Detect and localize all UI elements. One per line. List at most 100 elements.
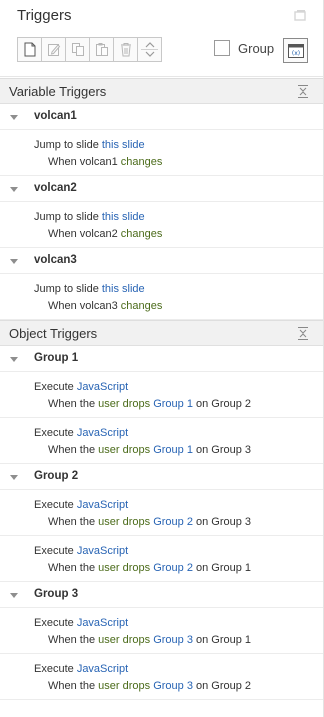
trigger-action-link[interactable]: JavaScript	[77, 545, 128, 557]
trigger-condition: When volcan1	[48, 156, 118, 168]
trigger-action-link[interactable]: JavaScript	[77, 381, 128, 393]
trigger-condition: When the	[48, 562, 96, 574]
trigger-action: Execute	[34, 545, 74, 557]
copy-trigger-button[interactable]	[65, 37, 90, 62]
trigger-object-link[interactable]: Group 2	[153, 562, 193, 574]
group-name: Group 2	[34, 470, 79, 482]
trigger-condition: When the	[48, 680, 96, 692]
trigger-drop-target: on Group 2	[196, 398, 252, 410]
new-trigger-button[interactable]	[17, 37, 42, 62]
trigger-action: Execute	[34, 427, 74, 439]
group-label: Group	[238, 40, 275, 56]
group-checkbox[interactable]	[214, 40, 230, 56]
trigger-toolbar	[17, 37, 162, 64]
trigger-item[interactable]: Jump to slide this slide When volcan2 ch…	[0, 202, 323, 248]
trigger-action-link[interactable]: JavaScript	[77, 663, 128, 675]
trigger-action-link[interactable]: this slide	[102, 283, 145, 295]
group-row[interactable]: volcan3	[0, 248, 323, 274]
triggers-panel: Triggers Group (x) Variable Triggers vol…	[0, 0, 324, 717]
paste-trigger-button[interactable]	[89, 37, 114, 62]
group-name: volcan3	[34, 254, 77, 266]
new-document-icon	[24, 42, 35, 57]
paste-icon	[95, 43, 108, 56]
trigger-drop-target: on Group 1	[196, 634, 252, 646]
group-row[interactable]: Group 1	[0, 346, 323, 372]
trigger-event-link[interactable]: changes	[121, 156, 163, 168]
restore-panel-icon[interactable]	[294, 9, 306, 21]
edit-icon	[47, 44, 60, 56]
trigger-event-link[interactable]: user drops	[98, 562, 150, 574]
trigger-event-link[interactable]: changes	[121, 300, 163, 312]
group-row[interactable]: Group 3	[0, 582, 323, 608]
expand-caret-icon[interactable]	[10, 357, 18, 362]
trigger-event-link[interactable]: user drops	[98, 516, 150, 528]
svg-text:(x): (x)	[291, 50, 299, 57]
trigger-object-link[interactable]: Group 1	[153, 444, 193, 456]
group-name: volcan1	[34, 110, 77, 122]
trigger-object-link[interactable]: Group 2	[153, 516, 193, 528]
trigger-action-link[interactable]: this slide	[102, 139, 145, 151]
expand-caret-icon[interactable]	[10, 259, 18, 264]
trigger-event-link[interactable]: user drops	[98, 444, 150, 456]
group-toggle[interactable]: Group	[214, 40, 274, 56]
trigger-item[interactable]: Execute JavaScript When the user drops G…	[0, 654, 323, 700]
expand-caret-icon[interactable]	[10, 187, 18, 192]
trigger-item[interactable]: Jump to slide this slide When volcan1 ch…	[0, 130, 323, 176]
section-title: Variable Triggers	[9, 84, 107, 99]
expand-caret-icon[interactable]	[10, 475, 18, 480]
variable-triggers-header[interactable]: Variable Triggers	[0, 78, 323, 104]
trigger-action: Execute	[34, 381, 74, 393]
trigger-event-link[interactable]: user drops	[98, 680, 150, 692]
trigger-item[interactable]: Jump to slide this slide When volcan3 ch…	[0, 274, 323, 320]
collapse-all-icon[interactable]	[298, 327, 308, 340]
move-trigger-updown[interactable]	[137, 37, 162, 62]
group-row[interactable]: volcan1	[0, 104, 323, 130]
trigger-condition: When the	[48, 444, 96, 456]
trigger-action-link[interactable]: JavaScript	[77, 617, 128, 629]
trigger-condition: When volcan3	[48, 300, 118, 312]
trigger-item[interactable]: Execute JavaScript When the user drops G…	[0, 490, 323, 536]
group-row[interactable]: Group 2	[0, 464, 323, 490]
expand-caret-icon[interactable]	[10, 593, 18, 598]
trigger-object-link[interactable]: Group 1	[153, 398, 193, 410]
collapse-all-icon[interactable]	[298, 85, 308, 98]
panel-header: Triggers Group (x)	[0, 0, 323, 77]
trigger-action: Jump to slide	[34, 283, 99, 295]
copy-icon	[71, 43, 84, 56]
trigger-event-link[interactable]: user drops	[98, 398, 150, 410]
trigger-action: Jump to slide	[34, 211, 99, 223]
object-group-2: Group 2 Execute JavaScript When the user…	[0, 464, 323, 582]
trigger-item[interactable]: Execute JavaScript When the user drops G…	[0, 418, 323, 464]
group-name: Group 3	[34, 588, 79, 600]
variables-button[interactable]: (x)	[283, 38, 308, 63]
trigger-condition: When the	[48, 398, 96, 410]
trigger-drop-target: on Group 2	[196, 680, 252, 692]
expand-caret-icon[interactable]	[10, 115, 18, 120]
edit-trigger-button[interactable]	[41, 37, 66, 62]
trigger-item[interactable]: Execute JavaScript When the user drops G…	[0, 608, 323, 654]
delete-trigger-button[interactable]	[113, 37, 138, 62]
variable-group-volcan1: volcan1 Jump to slide this slide When vo…	[0, 104, 323, 176]
panel-title: Triggers	[17, 7, 72, 24]
trigger-item[interactable]: Execute JavaScript When the user drops G…	[0, 372, 323, 418]
trigger-condition: When volcan2	[48, 228, 118, 240]
trigger-item[interactable]: Execute JavaScript When the user drops G…	[0, 536, 323, 582]
trigger-object-link[interactable]: Group 3	[153, 680, 193, 692]
trigger-event-link[interactable]: user drops	[98, 634, 150, 646]
group-name: volcan2	[34, 182, 77, 194]
object-group-1: Group 1 Execute JavaScript When the user…	[0, 346, 323, 464]
trigger-action: Execute	[34, 499, 74, 511]
trigger-event-link[interactable]: changes	[121, 228, 163, 240]
object-triggers-header[interactable]: Object Triggers	[0, 320, 323, 346]
trigger-action-link[interactable]: JavaScript	[77, 427, 128, 439]
variables-icon: (x)	[287, 43, 304, 58]
trigger-action: Execute	[34, 663, 74, 675]
move-up-icon[interactable]	[145, 41, 155, 48]
trigger-object-link[interactable]: Group 3	[153, 634, 193, 646]
trigger-action-link[interactable]: this slide	[102, 211, 145, 223]
trigger-action-link[interactable]: JavaScript	[77, 499, 128, 511]
group-row[interactable]: volcan2	[0, 176, 323, 202]
section-title: Object Triggers	[9, 326, 98, 341]
variable-group-volcan2: volcan2 Jump to slide this slide When vo…	[0, 176, 323, 248]
move-down-icon[interactable]	[145, 51, 155, 58]
